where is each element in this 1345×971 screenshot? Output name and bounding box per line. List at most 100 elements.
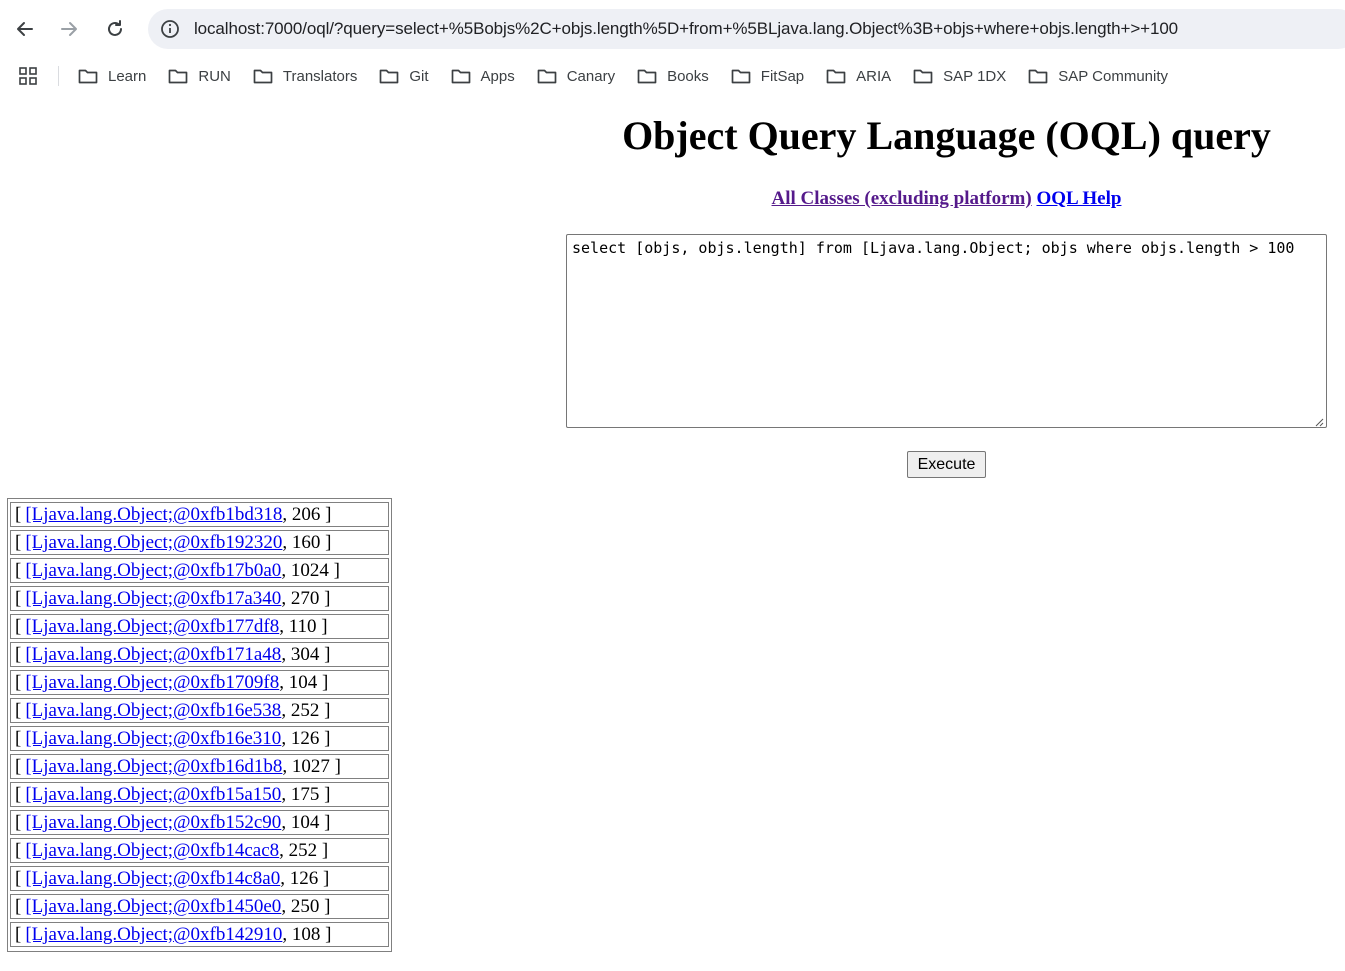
bookmark-canary[interactable]: Canary	[537, 58, 615, 94]
object-link[interactable]: [Ljava.lang.Object;@0xfb192320	[25, 532, 282, 553]
row-length: , 160 ]	[282, 532, 332, 553]
bookmark-run[interactable]: RUN	[168, 58, 231, 94]
browser-toolbar: localhost:7000/oql/?query=select+%5Bobjs…	[0, 0, 1345, 58]
row-open-bracket: [	[15, 868, 22, 889]
row-length: , 252 ]	[281, 700, 331, 721]
object-link[interactable]: [Ljava.lang.Object;@0xfb171a48	[25, 644, 281, 665]
folder-icon	[826, 69, 846, 84]
row-open-bracket: [	[15, 924, 22, 945]
reload-button[interactable]	[100, 14, 130, 44]
object-link[interactable]: [Ljava.lang.Object;@0xfb17a340	[25, 588, 281, 609]
bookmark-books[interactable]: Books	[637, 58, 709, 94]
row-open-bracket: [	[15, 616, 22, 637]
resize-grip-icon[interactable]	[1314, 417, 1324, 427]
row-length: , 175 ]	[281, 784, 331, 805]
result-row: [[Ljava.lang.Object;@0xfb177df8, 110 ]	[10, 614, 389, 639]
object-link[interactable]: [Ljava.lang.Object;@0xfb17b0a0	[25, 560, 281, 581]
bookmark-apps[interactable]: Apps	[451, 58, 515, 94]
folder-icon	[637, 69, 657, 84]
bookmark-label: SAP 1DX	[943, 67, 1007, 85]
bookmark-label: SAP Community	[1058, 67, 1169, 85]
site-info-icon[interactable]	[160, 19, 180, 39]
object-link[interactable]: [Ljava.lang.Object;@0xfb1bd318	[25, 504, 282, 525]
result-row: [[Ljava.lang.Object;@0xfb17a340, 270 ]	[10, 586, 389, 611]
bookmarks-separator	[58, 66, 59, 86]
object-link[interactable]: [Ljava.lang.Object;@0xfb152c90	[25, 812, 281, 833]
folder-icon	[731, 69, 751, 84]
row-length: , 270 ]	[281, 588, 331, 609]
row-length: , 110 ]	[279, 616, 328, 637]
arrow-left-icon	[17, 22, 33, 36]
folder-icon	[537, 69, 557, 84]
bookmark-list: Learn RUN Translators Git Apps Canary Books Fit…	[78, 58, 1190, 94]
row-open-bracket: [	[15, 756, 22, 777]
bookmark-label: Translators	[282, 67, 358, 85]
oql-help-link[interactable]: OQL Help	[1036, 188, 1121, 209]
result-row: [[Ljava.lang.Object;@0xfb1709f8, 104 ]	[10, 670, 389, 695]
nav-links: All Classes (excluding platform) OQL Hel…	[566, 188, 1327, 210]
row-length: , 104 ]	[281, 812, 331, 833]
object-link[interactable]: [Ljava.lang.Object;@0xfb15a150	[25, 784, 281, 805]
apps-grid-icon[interactable]	[18, 66, 38, 86]
row-length: , 206 ]	[282, 504, 332, 525]
row-length: , 1027 ]	[282, 756, 341, 777]
folder-icon	[1028, 69, 1048, 84]
result-row: [[Ljava.lang.Object;@0xfb14c8a0, 126 ]	[10, 866, 389, 891]
url-text[interactable]: localhost:7000/oql/?query=select+%5Bobjs…	[194, 19, 1178, 39]
row-length: , 1024 ]	[281, 560, 340, 581]
row-open-bracket: [	[15, 560, 22, 581]
address-bar[interactable]: localhost:7000/oql/?query=select+%5Bobjs…	[148, 9, 1345, 49]
row-length: , 126 ]	[281, 728, 331, 749]
result-row: [[Ljava.lang.Object;@0xfb192320, 160 ]	[10, 530, 389, 555]
row-open-bracket: [	[15, 812, 22, 833]
object-link[interactable]: [Ljava.lang.Object;@0xfb177df8	[25, 616, 279, 637]
bookmark-git[interactable]: Git	[379, 58, 429, 94]
folder-icon	[913, 69, 933, 84]
object-link[interactable]: [Ljava.lang.Object;@0xfb16e538	[25, 700, 281, 721]
bookmark-label: Learn	[108, 67, 147, 85]
query-input[interactable]: select [objs, objs.length] from [Ljava.l…	[566, 234, 1327, 428]
bookmark-label: Canary	[566, 67, 616, 85]
bookmark-label: FitSap	[760, 67, 805, 85]
bookmark-label: Books	[667, 67, 709, 85]
object-link[interactable]: [Ljava.lang.Object;@0xfb1709f8	[25, 672, 279, 693]
bookmark-sap-1dx[interactable]: SAP 1DX	[913, 58, 1006, 94]
result-row: [[Ljava.lang.Object;@0xfb1450e0, 250 ]	[10, 894, 389, 919]
forward-button[interactable]	[54, 14, 84, 44]
row-length: , 250 ]	[281, 896, 331, 917]
results-table: [[Ljava.lang.Object;@0xfb1bd318, 206 ][[…	[7, 498, 392, 952]
result-row: [[Ljava.lang.Object;@0xfb14cac8, 252 ]	[10, 838, 389, 863]
bookmark-learn[interactable]: Learn	[78, 58, 146, 94]
row-open-bracket: [	[15, 672, 22, 693]
row-length: , 126 ]	[280, 868, 330, 889]
object-link[interactable]: [Ljava.lang.Object;@0xfb1450e0	[25, 896, 281, 917]
folder-icon	[169, 69, 188, 84]
row-length: , 104 ]	[279, 672, 329, 693]
row-open-bracket: [	[15, 532, 22, 553]
row-length: , 252 ]	[279, 840, 329, 861]
object-link[interactable]: [Ljava.lang.Object;@0xfb16d1b8	[25, 756, 282, 777]
row-open-bracket: [	[15, 896, 22, 917]
bookmarks-bar: Learn RUN Translators Git Apps Canary Books Fit…	[0, 58, 1345, 94]
object-link[interactable]: [Ljava.lang.Object;@0xfb14c8a0	[25, 868, 280, 889]
reload-icon	[108, 20, 122, 36]
row-length: , 108 ]	[282, 924, 332, 945]
bookmark-sap-community[interactable]: SAP Community	[1028, 58, 1168, 94]
row-length: , 304 ]	[281, 644, 331, 665]
row-open-bracket: [	[15, 504, 22, 525]
row-open-bracket: [	[15, 644, 22, 665]
bookmark-label: ARIA	[856, 67, 892, 85]
bookmark-label: RUN	[198, 67, 231, 85]
object-link[interactable]: [Ljava.lang.Object;@0xfb16e310	[25, 728, 281, 749]
row-open-bracket: [	[15, 728, 22, 749]
execute-button[interactable]: Execute	[907, 451, 986, 478]
object-link[interactable]: [Ljava.lang.Object;@0xfb14cac8	[25, 840, 279, 861]
result-row: [[Ljava.lang.Object;@0xfb1bd318, 206 ]	[10, 502, 389, 527]
back-button[interactable]	[10, 14, 40, 44]
bookmark-translators[interactable]: Translators	[253, 58, 357, 94]
bookmark-fitsap[interactable]: FitSap	[731, 58, 804, 94]
bookmark-aria[interactable]: ARIA	[826, 58, 891, 94]
folder-icon	[78, 69, 98, 84]
all-classes-link[interactable]: All Classes (excluding platform)	[772, 188, 1032, 209]
object-link[interactable]: [Ljava.lang.Object;@0xfb142910	[25, 924, 282, 945]
